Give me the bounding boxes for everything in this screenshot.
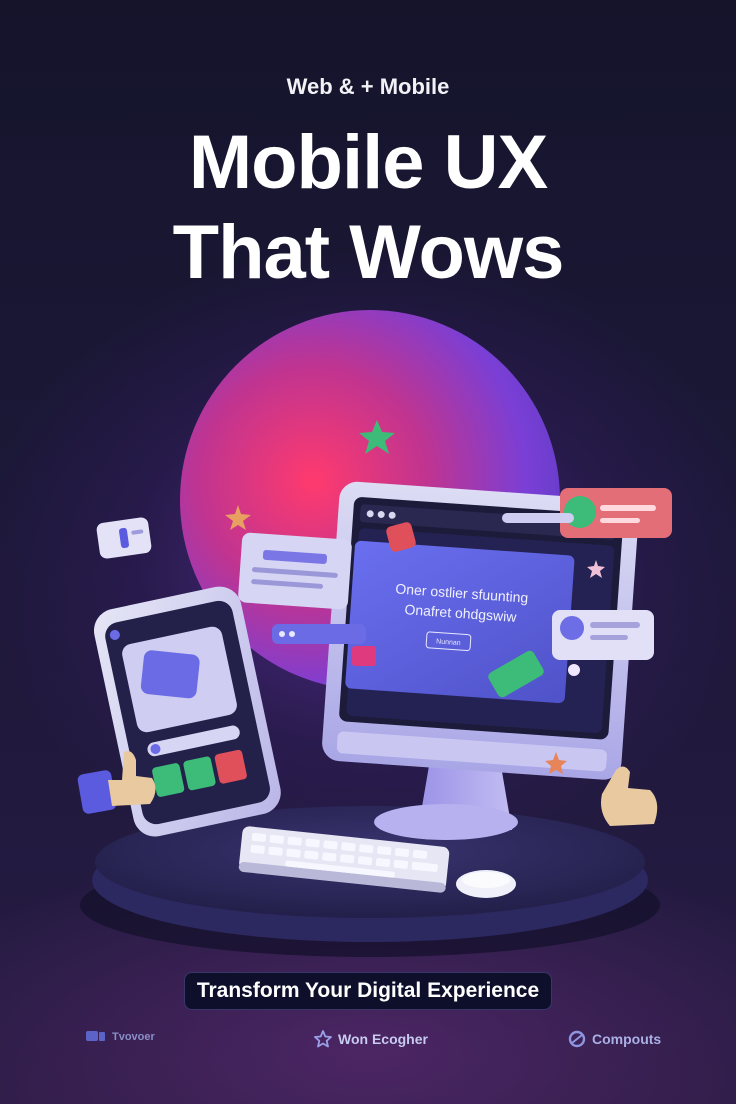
- floating-card-far-left: [96, 517, 152, 559]
- monitor-stand-base: [374, 804, 518, 840]
- footer-logo-1-label: Tvovoer: [112, 1031, 155, 1043]
- hero-illustration: Oner ostlier sfuunting Onafret ohdgswiw …: [77, 310, 672, 957]
- floating-card-left: [238, 532, 352, 610]
- chat-bubble-icon: [86, 1031, 105, 1041]
- floating-card-right: [552, 610, 654, 660]
- floating-dot: [568, 664, 580, 676]
- footer-logo-3-label: Compouts: [592, 1031, 662, 1047]
- star-outline-icon: [314, 1030, 332, 1048]
- footer-logo-2: Won Ecogher: [314, 1030, 428, 1048]
- poster: Web & + Mobile Mobile UX That Wows Oner …: [0, 0, 736, 1104]
- footer-logo-2-label: Won Ecogher: [338, 1031, 428, 1047]
- floating-pill-left: [272, 624, 366, 644]
- tagline-wrap: Transform Your Digital Experience: [0, 972, 736, 1010]
- floating-card-top-right: [560, 488, 672, 538]
- footer-logo-1: Tvovoer: [86, 1030, 155, 1044]
- footer-logos: Tvovoer Won Ecogher Compouts: [0, 1030, 736, 1050]
- footer-logo-3: Compouts: [568, 1030, 661, 1048]
- monitor-screen-card: Oner ostlier sfuunting Onafret ohdgswiw …: [345, 540, 575, 704]
- pink-block: [352, 646, 376, 666]
- c-circle-icon: [568, 1030, 586, 1048]
- floating-bar-top: [502, 513, 574, 523]
- tagline-badge: Transform Your Digital Experience: [183, 972, 553, 1010]
